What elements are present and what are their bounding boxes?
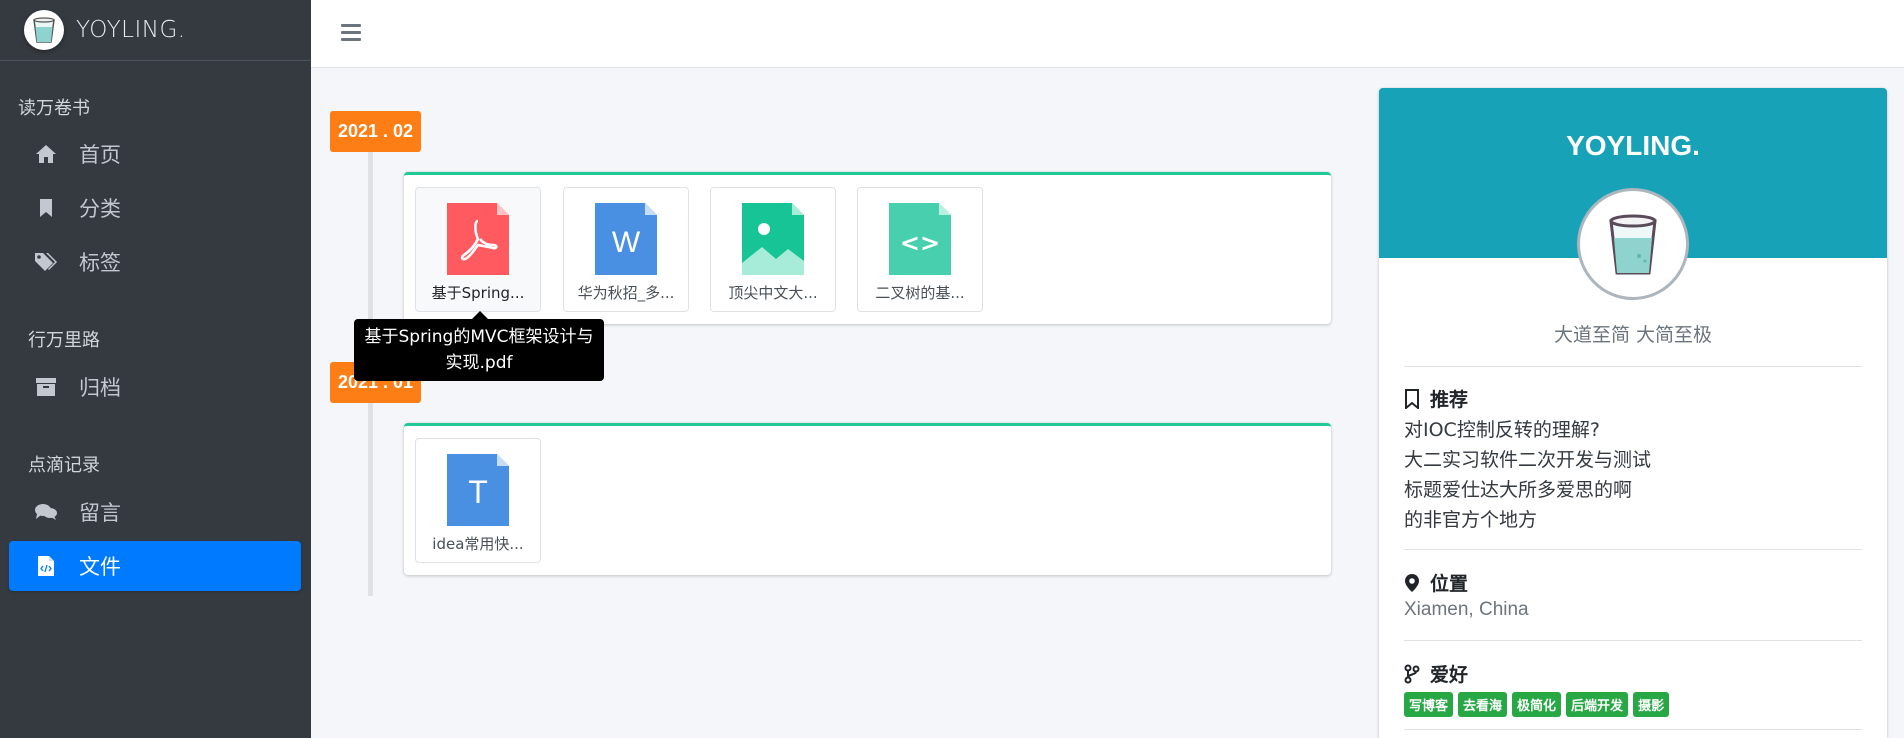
archive-icon bbox=[33, 374, 59, 400]
timeline-card: T idea常用快... bbox=[404, 423, 1331, 575]
hobby-tag[interactable]: 极简化 bbox=[1512, 692, 1562, 717]
text-file-icon: T bbox=[447, 454, 509, 526]
divider bbox=[1404, 729, 1862, 730]
map-marker-icon bbox=[1404, 573, 1422, 593]
location-heading: 位置 bbox=[1404, 569, 1468, 596]
code-branch-icon bbox=[1404, 664, 1422, 684]
sidebar-item-home[interactable]: 首页 bbox=[9, 129, 301, 179]
hobby-tags: 写博客 去看海 极简化 后端开发 摄影 bbox=[1404, 692, 1670, 717]
section-title: 爱好 bbox=[1430, 664, 1469, 686]
recommend-link[interactable]: 对IOC控制反转的理解? bbox=[1404, 415, 1600, 442]
sidebar-item-tags[interactable]: 标签 bbox=[9, 237, 301, 287]
home-icon bbox=[33, 141, 59, 167]
top-navbar bbox=[311, 0, 1904, 68]
image-file-icon bbox=[742, 203, 804, 275]
file-item[interactable]: 基于Spring... bbox=[415, 187, 541, 312]
sidebar-item-label: 归档 bbox=[79, 376, 121, 400]
recommend-heading: 推荐 bbox=[1404, 385, 1468, 412]
sidebar-item-label: 标签 bbox=[79, 251, 121, 275]
brand-name: YOYLING. bbox=[76, 17, 186, 43]
divider bbox=[1404, 640, 1862, 641]
tooltip-line: 实现.pdf bbox=[445, 353, 513, 373]
nav-header-records: 点滴记录 bbox=[28, 455, 100, 476]
code-file-icon: <> bbox=[889, 203, 951, 275]
section-title: 位置 bbox=[1430, 573, 1469, 595]
file-item[interactable]: T idea常用快... bbox=[415, 438, 541, 563]
file-name: 顶尖中文大... bbox=[728, 284, 818, 302]
text-glyph: T bbox=[468, 474, 488, 510]
sidebar: YOYLING. 读万卷书 首页 分类 标签 行万里路 归档 点滴记录 留言 文… bbox=[0, 0, 311, 738]
hobby-tag[interactable]: 去看海 bbox=[1458, 692, 1508, 717]
sidebar-item-label: 分类 bbox=[79, 197, 121, 221]
sidebar-item-files[interactable]: 文件 bbox=[9, 541, 301, 591]
cup-logo-icon bbox=[24, 10, 64, 50]
sidebar-item-messages[interactable]: 留言 bbox=[9, 487, 301, 537]
word-file-icon: W bbox=[595, 203, 657, 275]
timeline-card: 基于Spring... W 华为秋招_多... 顶尖中文大... <> 二叉树的… bbox=[404, 172, 1331, 324]
recommend-link[interactable]: 标题爱仕达大所多爱思的啊 bbox=[1404, 475, 1632, 502]
code-glyph: <> bbox=[900, 229, 940, 257]
profile-motto: 大道至简 大简至极 bbox=[1553, 324, 1713, 346]
tooltip-line: 基于Spring的MVC框架设计与 bbox=[364, 327, 594, 347]
recommend-link[interactable]: 大二实习软件二次开发与测试 bbox=[1404, 445, 1651, 472]
tags-icon bbox=[33, 249, 59, 275]
profile-name: YOYLING. bbox=[1566, 130, 1700, 161]
sidebar-item-label: 首页 bbox=[79, 143, 121, 167]
file-code-icon bbox=[33, 553, 59, 579]
date-badge: 2021 . 02 bbox=[330, 111, 421, 152]
hobby-tag[interactable]: 摄影 bbox=[1633, 692, 1670, 717]
word-glyph: W bbox=[612, 226, 641, 259]
file-item[interactable]: 顶尖中文大... bbox=[710, 187, 836, 312]
file-name-tooltip: 基于Spring的MVC框架设计与 实现.pdf bbox=[354, 311, 604, 381]
bookmark-outline-icon bbox=[1404, 388, 1422, 409]
file-name: 华为秋招_多... bbox=[577, 284, 675, 302]
file-name: idea常用快... bbox=[432, 535, 524, 553]
comments-icon bbox=[33, 499, 59, 525]
hobby-tag[interactable]: 写博客 bbox=[1404, 692, 1454, 717]
sidebar-item-label: 文件 bbox=[79, 555, 121, 579]
hobby-heading: 爱好 bbox=[1404, 660, 1468, 687]
file-name: 基于Spring... bbox=[431, 284, 525, 302]
section-title: 推荐 bbox=[1430, 389, 1469, 411]
menu-toggle-icon[interactable] bbox=[341, 24, 361, 42]
hobby-tag[interactable]: 后端开发 bbox=[1566, 692, 1629, 717]
avatar bbox=[1577, 188, 1689, 300]
profile-card: YOYLING. 大道至简 大简至极 推荐 对IOC控制反转的理解? 大二实习软… bbox=[1379, 88, 1887, 738]
sidebar-item-label: 留言 bbox=[79, 501, 121, 525]
pdf-file-icon bbox=[447, 203, 509, 275]
location-text: Xiamen, China bbox=[1404, 599, 1529, 620]
bookmark-icon bbox=[33, 195, 59, 221]
divider bbox=[1404, 549, 1862, 550]
sidebar-item-category[interactable]: 分类 bbox=[9, 183, 301, 233]
cup-avatar-icon bbox=[1609, 214, 1657, 275]
brand-link[interactable]: YOYLING. bbox=[0, 0, 311, 61]
nav-header-travel: 行万里路 bbox=[28, 330, 100, 351]
file-item[interactable]: W 华为秋招_多... bbox=[563, 187, 689, 312]
nav-header-read: 读万卷书 bbox=[18, 98, 90, 119]
recommend-link[interactable]: 的非官方个地方 bbox=[1404, 505, 1537, 532]
sidebar-item-archive[interactable]: 归档 bbox=[9, 362, 301, 412]
file-name: 二叉树的基... bbox=[875, 284, 965, 302]
divider bbox=[1404, 366, 1862, 367]
file-item[interactable]: <> 二叉树的基... bbox=[857, 187, 983, 312]
